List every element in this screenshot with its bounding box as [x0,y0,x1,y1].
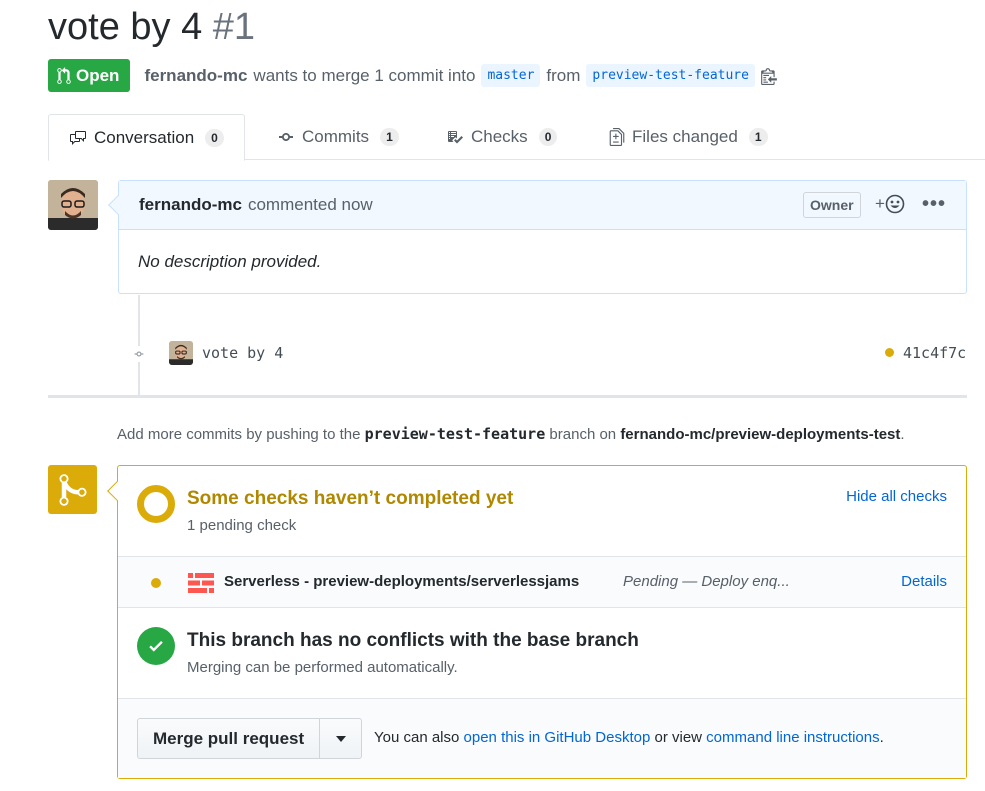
commit-sha-link[interactable]: 41c4f7c [903,344,966,362]
check-details-link[interactable]: Details [901,573,947,590]
owner-badge: Owner [803,192,861,218]
checks-summary: Some checks haven’t completed yet 1 pend… [118,466,966,556]
merge-note-middle: or view [654,729,702,746]
comment-body: No description provided. [138,252,322,271]
check-row: Serverless - preview-deployments/serverl… [118,556,966,608]
from-text: from [546,65,581,85]
comment-author-link[interactable]: fernando-mc [139,195,242,215]
clippy-icon[interactable] [761,67,777,85]
pr-meta: Open fernando-mc wants to merge 1 commit… [48,59,777,92]
tab-counter: 0 [538,128,558,146]
tab-counter: 1 [748,128,768,146]
commit-message-link[interactable]: vote by 4 [202,344,283,362]
pr-author-link[interactable]: fernando-mc [144,66,247,86]
check-status: Pending — Deploy enq... [623,573,790,590]
add-reaction-button[interactable]: + [875,194,905,214]
push-note: Add more commits by pushing to the previ… [117,425,905,443]
tab-label: Commits [302,127,370,146]
merge-pull-request-button[interactable]: Merge pull request [137,718,321,759]
push-note-suffix: . [900,426,905,443]
check-circle-icon [137,627,175,665]
push-note-middle: branch on [549,426,617,443]
tab-label: Files changed [632,127,738,146]
git-commit-icon [130,346,148,362]
state-badge: Open [48,59,131,92]
pending-status-dot[interactable] [885,348,894,357]
base-branch[interactable]: master [481,64,541,87]
pending-dot-icon [151,578,161,588]
merge-note: You can also open this in GitHub Desktop… [374,729,884,746]
tab-counter: 1 [380,128,399,146]
merge-button-group: Merge pull request [137,718,363,759]
commit-avatar[interactable] [169,341,193,365]
tab-files-changed[interactable]: Files changed 1 [609,114,768,160]
more-options-button[interactable]: ••• [922,193,946,216]
tab-commits[interactable]: Commits 1 [277,114,399,160]
conflicts-heading: This branch has no conflicts with the ba… [187,630,639,651]
merge-actions: Merge pull request You can also open thi… [118,698,966,778]
conflicts-subtext: Merging can be performed automatically. [187,659,458,676]
push-note-prefix: Add more commits by pushing to the [117,426,361,443]
pr-number: #1 [212,6,256,48]
tab-counter: 0 [205,128,224,147]
pr-title-text: vote by 4 [48,6,203,48]
git-commit-icon [279,133,293,141]
state-label: Open [76,65,120,85]
file-diff-icon [609,128,625,146]
tab-label: Checks [471,127,528,146]
comment-arrow [108,195,128,215]
tab-label: Conversation [94,127,195,147]
smiley-icon [885,194,905,214]
push-note-branch: preview-test-feature [364,425,546,443]
git-pull-request-icon [57,66,71,84]
push-note-repo: fernando-mc/preview-deployments-test [620,426,901,443]
tab-conversation[interactable]: Conversation 0 [48,114,245,161]
comment-discussion-icon [70,130,86,145]
timeline-line [138,295,140,395]
serverless-icon [188,572,214,599]
timeline-divider [48,395,967,398]
pending-ring-icon [137,485,175,523]
merge-note-prefix: You can also [374,729,460,746]
checklist-icon [448,131,463,144]
git-merge-icon [59,473,86,506]
merge-note-suffix: . [879,729,884,746]
comment-box: fernando-mc commented now Owner + ••• No… [108,180,967,294]
pr-tabs: Conversation 0 Commits 1 Checks 0 Files … [48,114,985,161]
merge-text: wants to merge 1 commit into [253,65,476,85]
command-line-instructions-link[interactable]: command line instructions [706,729,879,746]
checks-subtext: 1 pending check [187,517,297,534]
merge-method-dropdown[interactable] [320,718,363,759]
plus-label: + [875,194,885,213]
github-desktop-link[interactable]: open this in GitHub Desktop [464,729,651,746]
checks-heading: Some checks haven’t completed yet [187,488,514,509]
comment-timestamp: commented now [247,195,373,214]
merge-status-icon-box [48,465,97,514]
check-name: Serverless - preview-deployments/serverl… [224,573,580,590]
merge-box: Some checks haven’t completed yet 1 pend… [107,465,967,779]
pr-title: vote by 4 #1 [48,6,255,49]
head-branch[interactable]: preview-test-feature [586,64,755,87]
hide-all-checks-link[interactable]: Hide all checks [846,488,947,505]
avatar[interactable] [48,180,98,230]
comment-header: fernando-mc commented now Owner + ••• [108,181,966,230]
triangle-down-icon [335,735,346,742]
tab-checks[interactable]: Checks 0 [446,114,558,160]
conflicts-status: This branch has no conflicts with the ba… [118,608,966,698]
